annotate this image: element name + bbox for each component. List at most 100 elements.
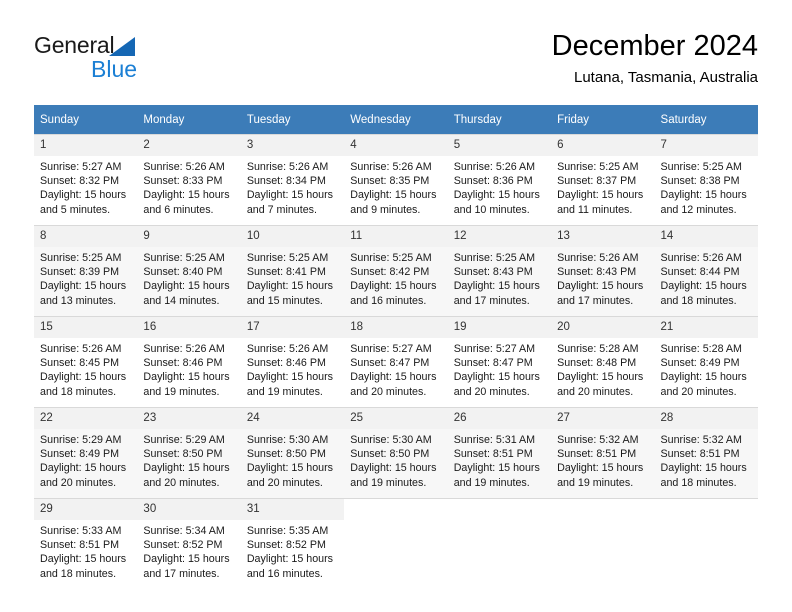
calendar-day-cell[interactable]: 7 Sunrise: 5:25 AM Sunset: 8:38 PM Daylight… [654,134,758,226]
calendar-day-cell[interactable]: 13 Sunrise: 5:26 AM Sunset: 8:43 PM Dayligh… [551,225,655,317]
sunrise-text: Sunrise: 5:34 AM [143,525,225,537]
sunrise-text: Sunrise: 5:31 AM [453,434,536,446]
calendar-day-cell[interactable]: 25 Sunrise: 5:30 AM Sunset: 8:50 PM Dayligh… [344,407,448,499]
sunset-text: Sunset: 8:37 PM [557,175,637,188]
calendar-header-row: Sunday Monday Tuesday Wednesday Thursday… [34,105,758,135]
daylight-text-line2: and 18 minutes. [40,567,117,580]
daylight-text-line2: and 20 minutes. [453,385,530,398]
day-details: Sunrise: 5:26 AM Sunset: 8:43 PM Daylight:… [551,247,654,308]
day-details: Sunrise: 5:31 AM Sunset: 8:51 PM Daylight:… [448,429,551,490]
calendar-day-cell[interactable]: 21 Sunrise: 5:28 AM Sunset: 8:49 PM Dayligh… [654,316,758,408]
calendar-day-cell[interactable]: 20 Sunrise: 5:28 AM Sunset: 8:48 PM Dayligh… [551,316,655,408]
calendar-empty-cell [344,498,448,589]
day-details: Sunrise: 5:29 AM Sunset: 8:49 PM Daylight:… [34,429,137,490]
calendar-day-cell[interactable]: 11 Sunrise: 5:25 AM Sunset: 8:42 PM Dayligh… [344,225,448,317]
sunrise-text: Sunrise: 5:26 AM [246,343,329,355]
calendar-day-cell[interactable]: 30 Sunrise: 5:34 AM Sunset: 8:52 PM Dayligh… [137,498,241,589]
daylight-text-line1: Daylight: 15 hours [143,553,230,566]
sunrise-text: Sunrise: 5:26 AM [557,252,639,264]
sunrise-text: Sunrise: 5:27 AM [40,161,122,173]
sunset-text: Sunset: 8:52 PM [143,539,223,552]
weekday-header-thursday: Thursday [447,105,552,135]
sunrise-text: Sunrise: 5:26 AM [143,161,225,173]
sunset-text: Sunset: 8:51 PM [40,539,120,552]
general-blue-logo[interactable]: General Blue [34,32,234,92]
weekday-header-wednesday: Wednesday [344,105,448,135]
sunrise-text: Sunrise: 5:25 AM [660,161,742,173]
daylight-text-line1: Daylight: 15 hours [40,462,127,475]
sunrise-text: Sunrise: 5:28 AM [660,343,742,355]
calendar-day-cell[interactable]: 15 Sunrise: 5:26 AM Sunset: 8:45 PM Dayligh… [34,316,138,408]
calendar-day-cell[interactable]: 19 Sunrise: 5:27 AM Sunset: 8:47 PM Dayligh… [447,316,552,408]
calendar-day-cell[interactable]: 28 Sunrise: 5:32 AM Sunset: 8:51 PM Dayligh… [654,407,758,499]
day-details: Sunrise: 5:26 AM Sunset: 8:36 PM Daylight:… [448,156,551,217]
sunset-text: Sunset: 8:35 PM [350,175,430,188]
day-details: Sunrise: 5:25 AM Sunset: 8:43 PM Daylight:… [448,247,551,308]
sunset-text: Sunset: 8:46 PM [246,357,326,370]
daylight-text-line1: Daylight: 15 hours [143,462,230,475]
day-number: 13 [551,226,655,247]
calendar-day-cell[interactable]: 16 Sunrise: 5:26 AM Sunset: 8:46 PM Dayligh… [137,316,241,408]
daylight-text-line1: Daylight: 15 hours [350,189,437,202]
calendar-day-cell[interactable]: 3 Sunrise: 5:26 AM Sunset: 8:34 PM Daylight… [240,134,345,226]
calendar-day-cell[interactable]: 18 Sunrise: 5:27 AM Sunset: 8:47 PM Dayligh… [344,316,448,408]
day-number: 9 [137,226,241,247]
calendar-day-cell[interactable]: 27 Sunrise: 5:32 AM Sunset: 8:51 PM Dayligh… [551,407,655,499]
daylight-text-line2: and 19 minutes. [143,385,220,398]
sunrise-text: Sunrise: 5:26 AM [660,252,742,264]
calendar-day-cell[interactable]: 1 Sunrise: 5:27 AM Sunset: 8:32 PM Daylight… [34,134,138,226]
calendar-day-cell[interactable]: 5 Sunrise: 5:26 AM Sunset: 8:36 PM Daylight… [447,134,552,226]
calendar-day-cell[interactable]: 23 Sunrise: 5:29 AM Sunset: 8:50 PM Dayligh… [137,407,241,499]
sunset-text: Sunset: 8:41 PM [246,266,326,279]
day-details: Sunrise: 5:26 AM Sunset: 8:46 PM Daylight:… [137,338,240,399]
daylight-text-line2: and 19 minutes. [350,476,427,489]
location-subtitle: Lutana, Tasmania, Australia [573,69,758,86]
calendar-day-cell[interactable]: 29 Sunrise: 5:33 AM Sunset: 8:51 PM Dayligh… [34,498,138,589]
calendar-day-cell[interactable]: 12 Sunrise: 5:25 AM Sunset: 8:43 PM Dayligh… [447,225,552,317]
day-number: 15 [34,317,138,338]
daylight-text-line2: and 20 minutes. [350,385,427,398]
daylight-text-line2: and 12 minutes. [660,203,737,216]
calendar-day-cell[interactable]: 26 Sunrise: 5:31 AM Sunset: 8:51 PM Dayligh… [447,407,552,499]
calendar-day-cell[interactable]: 14 Sunrise: 5:26 AM Sunset: 8:44 PM Dayligh… [654,225,758,317]
calendar-day-cell[interactable]: 2 Sunrise: 5:26 AM Sunset: 8:33 PM Daylight… [137,134,241,226]
daylight-text-line2: and 20 minutes. [660,385,737,398]
day-number: 28 [654,408,758,429]
daylight-text-line1: Daylight: 15 hours [660,371,747,384]
daylight-text-line1: Daylight: 15 hours [143,280,230,293]
calendar-day-cell[interactable]: 17 Sunrise: 5:26 AM Sunset: 8:46 PM Dayligh… [240,316,345,408]
sunset-text: Sunset: 8:46 PM [143,357,223,370]
day-number: 2 [137,135,241,156]
day-number: 18 [344,317,448,338]
sunset-text: Sunset: 8:47 PM [350,357,430,370]
daylight-text-line2: and 20 minutes. [40,476,117,489]
day-number: 31 [240,499,345,520]
daylight-text-line1: Daylight: 15 hours [453,462,540,475]
calendar-day-cell[interactable]: 10 Sunrise: 5:25 AM Sunset: 8:41 PM Dayligh… [240,225,345,317]
day-number: 1 [34,135,138,156]
calendar-week-row: 1 Sunrise: 5:27 AM Sunset: 8:32 PM Daylight… [34,134,758,226]
sunset-text: Sunset: 8:34 PM [246,175,326,188]
calendar-day-cell[interactable]: 31 Sunrise: 5:35 AM Sunset: 8:52 PM Dayligh… [240,498,345,589]
daylight-text-line1: Daylight: 15 hours [40,280,127,293]
sunrise-text: Sunrise: 5:33 AM [40,525,122,537]
calendar-day-cell[interactable]: 8 Sunrise: 5:25 AM Sunset: 8:39 PM Daylight… [34,225,138,317]
day-details: Sunrise: 5:32 AM Sunset: 8:51 PM Daylight:… [551,429,654,490]
calendar-day-cell[interactable]: 24 Sunrise: 5:30 AM Sunset: 8:50 PM Dayligh… [240,407,345,499]
daylight-text-line2: and 15 minutes. [246,294,323,307]
calendar-day-cell[interactable]: 4 Sunrise: 5:26 AM Sunset: 8:35 PM Daylight… [344,134,448,226]
sunrise-text: Sunrise: 5:27 AM [453,343,536,355]
day-number: 19 [447,317,552,338]
sunset-text: Sunset: 8:40 PM [143,266,223,279]
calendar-day-cell[interactable]: 22 Sunrise: 5:29 AM Sunset: 8:49 PM Dayligh… [34,407,138,499]
day-details: Sunrise: 5:25 AM Sunset: 8:38 PM Daylight:… [655,156,758,217]
daylight-text-line2: and 20 minutes. [246,476,323,489]
daylight-text-line2: and 6 minutes. [143,203,214,216]
calendar-day-cell[interactable]: 9 Sunrise: 5:25 AM Sunset: 8:40 PM Daylight… [137,225,241,317]
calendar-day-cell[interactable]: 6 Sunrise: 5:25 AM Sunset: 8:37 PM Daylight… [551,134,655,226]
sunrise-text: Sunrise: 5:26 AM [143,343,225,355]
daylight-text-line2: and 18 minutes. [40,385,117,398]
sunrise-text: Sunrise: 5:25 AM [350,252,432,264]
daylight-text-line2: and 7 minutes. [246,203,317,216]
day-number [448,499,551,520]
